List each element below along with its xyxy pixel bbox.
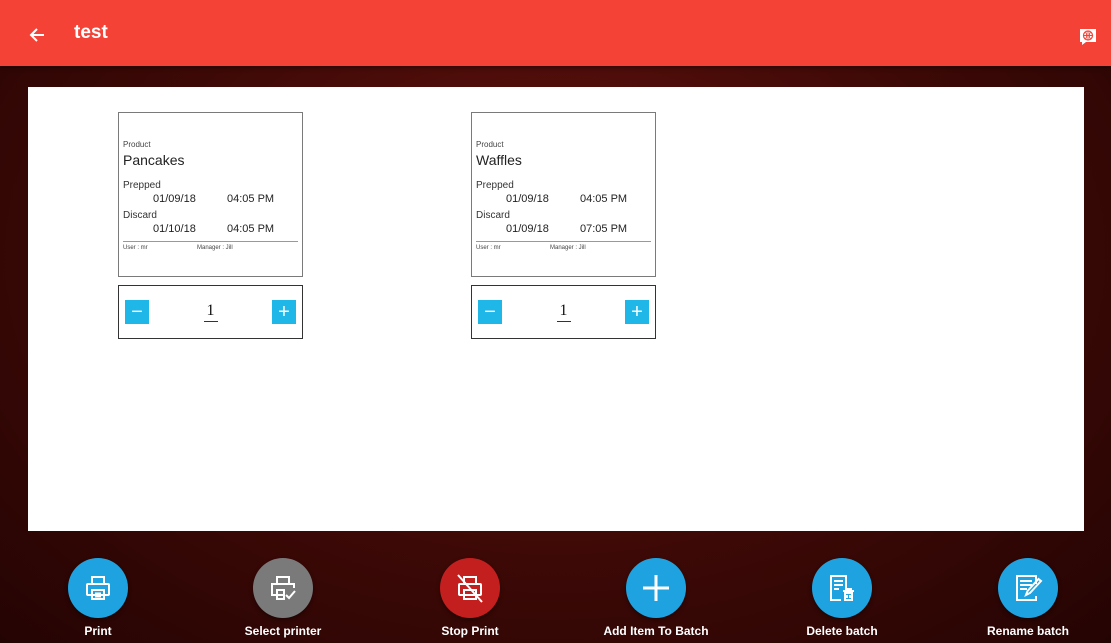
- product-caption: Product: [123, 140, 151, 149]
- select-printer-button[interactable]: Select printer: [213, 558, 353, 638]
- delete-batch-label: Delete batch: [806, 624, 878, 638]
- prepped-time: 04:05 PM: [227, 193, 275, 205]
- prepped-row: 01/09/18 04:05 PM: [123, 193, 298, 205]
- discard-date: 01/10/18: [153, 223, 196, 235]
- app-bar: test: [0, 0, 1111, 66]
- add-item-label: Add Item To Batch: [603, 624, 709, 638]
- action-bar: Print Select printer Stop Print Add Item…: [0, 558, 1111, 643]
- plus-icon: [643, 575, 669, 601]
- prepped-caption: Prepped: [476, 180, 514, 191]
- decrement-button[interactable]: −: [125, 300, 149, 324]
- add-item-to-batch-button[interactable]: Add Item To Batch: [586, 558, 726, 638]
- printer-check-icon: [271, 576, 296, 600]
- discard-date: 01/09/18: [506, 223, 549, 235]
- delete-batch-button[interactable]: Delete batch: [772, 558, 912, 638]
- label-footer: User : mr Manager : Jill: [123, 245, 298, 251]
- discard-caption: Discard: [123, 210, 157, 221]
- print-label: Print: [84, 624, 112, 638]
- rename-batch-button[interactable]: Rename batch: [958, 558, 1098, 638]
- discard-row: 01/09/18 07:05 PM: [476, 223, 651, 235]
- decrement-button[interactable]: −: [478, 300, 502, 324]
- discard-time: 07:05 PM: [580, 223, 628, 235]
- prepped-time: 04:05 PM: [580, 193, 628, 205]
- delete-batch-circle[interactable]: [812, 558, 872, 618]
- quantity-value[interactable]: 1: [556, 302, 571, 322]
- back-button[interactable]: [22, 20, 52, 50]
- label-divider: [476, 241, 651, 242]
- batch-items-panel: Product Pancakes Prepped 01/09/18 04:05 …: [28, 87, 1084, 531]
- prepped-row: 01/09/18 04:05 PM: [476, 193, 651, 205]
- stop-print-label: Stop Print: [441, 624, 499, 638]
- list-delete-icon: [830, 575, 854, 601]
- rename-batch-circle[interactable]: [998, 558, 1058, 618]
- list-edit-icon: [1016, 575, 1043, 601]
- label-footer: User : mr Manager : Jill: [476, 245, 651, 251]
- quantity-stepper: − 1 +: [118, 285, 303, 339]
- increment-button[interactable]: +: [625, 300, 649, 324]
- label-preview[interactable]: Product Pancakes Prepped 01/09/18 04:05 …: [118, 112, 303, 277]
- rename-batch-label: Rename batch: [986, 624, 1070, 638]
- page-title: test: [74, 22, 108, 43]
- discard-time: 04:05 PM: [227, 223, 275, 235]
- select-printer-label: Select printer: [244, 624, 322, 638]
- stop-print-circle[interactable]: [440, 558, 500, 618]
- print-circle[interactable]: [68, 558, 128, 618]
- add-item-circle[interactable]: [626, 558, 686, 618]
- prepped-date: 01/09/18: [506, 193, 549, 205]
- printer-off-icon: [457, 574, 483, 603]
- batch-item: Product Waffles Prepped 01/09/18 04:05 P…: [471, 112, 656, 339]
- manager-text: Manager : Jill: [197, 245, 233, 251]
- user-text: User : mr: [476, 245, 501, 251]
- language-button[interactable]: [1077, 26, 1099, 48]
- manager-text: Manager : Jill: [550, 245, 586, 251]
- product-name: Waffles: [476, 152, 522, 168]
- select-printer-circle[interactable]: [253, 558, 313, 618]
- stop-print-button[interactable]: Stop Print: [400, 558, 540, 638]
- arrow-left-icon: [29, 28, 44, 42]
- prepped-date: 01/09/18: [153, 193, 196, 205]
- globe-chat-icon: [1080, 29, 1096, 45]
- user-text: User : mr: [123, 245, 148, 251]
- quantity-stepper: − 1 +: [471, 285, 656, 339]
- quantity-value[interactable]: 1: [203, 302, 218, 322]
- print-button[interactable]: Print: [28, 558, 168, 638]
- product-name: Pancakes: [123, 152, 185, 168]
- discard-caption: Discard: [476, 210, 510, 221]
- printer-icon: [86, 576, 110, 600]
- label-divider: [123, 241, 298, 242]
- batch-item: Product Pancakes Prepped 01/09/18 04:05 …: [118, 112, 303, 339]
- label-preview[interactable]: Product Waffles Prepped 01/09/18 04:05 P…: [471, 112, 656, 277]
- product-caption: Product: [476, 140, 504, 149]
- prepped-caption: Prepped: [123, 180, 161, 191]
- discard-row: 01/10/18 04:05 PM: [123, 223, 298, 235]
- increment-button[interactable]: +: [272, 300, 296, 324]
